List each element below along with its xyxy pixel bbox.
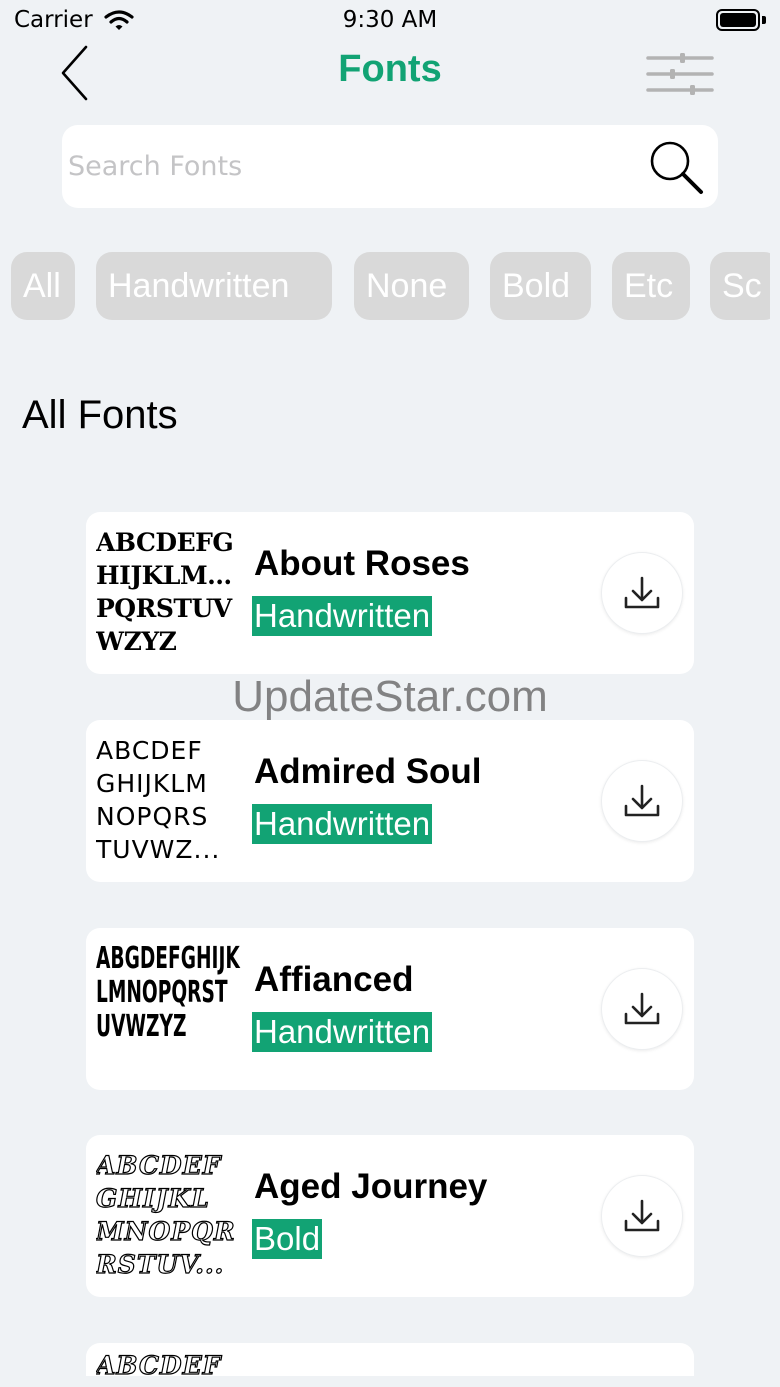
font-name: About Roses	[254, 544, 470, 583]
search-icon	[650, 141, 703, 194]
font-category-tag: Handwritten	[252, 804, 433, 844]
font-preview: ABCDEFG HIJKLMNO PQRSTUV WZYZ	[96, 528, 241, 656]
section-title: All Fonts	[22, 393, 178, 437]
chip-etc[interactable]: Etc	[612, 252, 690, 320]
status-bar: Carrier 9:30 AM	[0, 0, 780, 42]
download-icon	[624, 576, 660, 609]
battery-icon	[716, 9, 766, 31]
font-card[interactable]: ABGDEFGHIJK LMNOPQRST UVWZYZ Affianced H…	[86, 928, 694, 1090]
clock: 9:30 AM	[342, 7, 438, 33]
font-name: Affianced	[254, 960, 414, 999]
font-preview: ABCDEF GHIJKL MNOPQR RSTUV...	[96, 1150, 236, 1279]
chip-all[interactable]: All	[11, 252, 75, 320]
watermark: UpdateStar.com	[232, 672, 548, 721]
chevron-left-icon	[61, 45, 88, 101]
category-chips: All Handwritten None Bold Etc Sc	[0, 252, 770, 322]
search-box	[62, 125, 718, 208]
filter-button[interactable]	[640, 48, 720, 100]
download-button[interactable]	[601, 760, 683, 842]
font-card[interactable]: ABCDEFG HIJKLMNO PQRSTUV WZYZ About Rose…	[86, 512, 694, 674]
chip-sc[interactable]: Sc	[710, 252, 770, 320]
sliders-icon	[646, 53, 714, 95]
chip-handwritten[interactable]: Handwritten	[96, 252, 332, 320]
font-name: Aged Journey	[254, 1167, 488, 1206]
font-category-tag: Bold	[252, 1219, 323, 1259]
download-icon	[624, 784, 660, 817]
font-card[interactable]: ABCDEF GHIJKL MNOPQR RSTUV... Aged Journ…	[86, 1135, 694, 1297]
font-name: Admired Soul	[254, 752, 482, 791]
download-button[interactable]	[601, 1175, 683, 1257]
font-preview: ABCDEF GHIJKLM NOPQRS TUVWZ...	[96, 736, 221, 864]
search-button[interactable]	[646, 137, 706, 197]
download-icon	[624, 1199, 660, 1232]
font-preview: ABCDEF	[96, 1350, 222, 1376]
back-button[interactable]	[50, 44, 98, 102]
download-button[interactable]	[601, 968, 683, 1050]
search-input[interactable]	[68, 125, 638, 208]
download-icon	[624, 992, 660, 1025]
font-category-tag: Handwritten	[252, 1012, 433, 1052]
font-category-tag: Handwritten	[252, 596, 433, 636]
font-card[interactable]: ABCDEF	[86, 1343, 694, 1376]
nav-bar: Fonts	[0, 42, 780, 102]
download-button[interactable]	[601, 552, 683, 634]
font-preview: ABGDEFGHIJK LMNOPQRST UVWZYZ	[96, 942, 240, 1044]
chip-bold[interactable]: Bold	[490, 252, 591, 320]
chip-none[interactable]: None	[354, 252, 469, 320]
font-card[interactable]: ABCDEF GHIJKLM NOPQRS TUVWZ... Admired S…	[86, 720, 694, 882]
